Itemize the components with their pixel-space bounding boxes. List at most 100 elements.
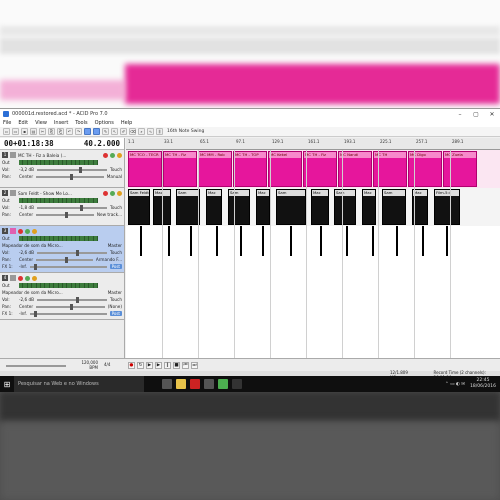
touch-mode[interactable]: Touch xyxy=(110,250,122,255)
event-marker[interactable] xyxy=(140,226,142,256)
windows-start-icon[interactable]: ⊞ xyxy=(0,376,14,392)
volume-slider[interactable] xyxy=(37,166,107,173)
pan-slider[interactable] xyxy=(36,256,93,263)
wifi-icon[interactable] xyxy=(232,379,242,389)
pan-slider[interactable] xyxy=(36,303,105,310)
event-marker[interactable] xyxy=(446,226,448,256)
lane-track-3[interactable] xyxy=(126,226,500,294)
track-name[interactable]: Sam Feldt - Show Me Lo... xyxy=(18,191,101,196)
audio-clip[interactable]: MC TCO - TECR xyxy=(128,151,162,187)
record-arm-icon[interactable] xyxy=(18,228,23,234)
track-header-1[interactable]: 1 MC TH - Fiz a Baleia (... Out Vol: -3,… xyxy=(0,150,124,188)
lane-track-2[interactable]: Sam Feldt Mac Sam Mac Sam Mac Sam Mac Sa… xyxy=(126,188,500,226)
menu-edit[interactable]: Edit xyxy=(18,120,28,126)
audio-clip[interactable]: MC Kekel xyxy=(268,151,302,187)
pan-slider[interactable] xyxy=(36,173,104,180)
touch-mode[interactable]: Touch xyxy=(110,167,122,172)
maximize-button[interactable]: ▢ xyxy=(468,111,484,118)
paste-icon[interactable]: ⎗ xyxy=(57,128,64,135)
automation-mode[interactable]: Manual xyxy=(107,174,122,179)
play-from-start-button[interactable]: ▶ xyxy=(146,362,153,369)
fx-slider[interactable] xyxy=(29,263,107,270)
timeline-ruler[interactable]: 1.1 33.1 65.1 97.1 129.1 161.1 193.1 225… xyxy=(126,138,500,150)
touch-mode[interactable]: Touch xyxy=(110,205,122,210)
record-arm-icon[interactable] xyxy=(103,152,108,158)
event-marker[interactable] xyxy=(168,226,170,256)
event-marker[interactable] xyxy=(216,226,218,256)
master-routing[interactable]: Master xyxy=(108,243,122,248)
go-to-start-button[interactable]: ⏮ xyxy=(182,362,189,369)
tempo-display[interactable]: 120,000 BPM xyxy=(78,360,98,370)
event-marker[interactable] xyxy=(262,226,264,256)
solo-icon[interactable] xyxy=(32,275,37,281)
automation-mode[interactable]: Armando F... xyxy=(96,257,122,262)
track-header-3[interactable]: 3 Out Mapeador de som da Micro... Master… xyxy=(0,226,124,273)
event-marker[interactable] xyxy=(372,226,374,256)
event-marker[interactable] xyxy=(190,226,192,256)
event-marker[interactable] xyxy=(240,226,242,256)
record-arm-icon[interactable] xyxy=(103,190,108,196)
erase-tool-icon[interactable]: ⌫ xyxy=(129,128,136,135)
track-name[interactable]: Mapeador de som da Micro... xyxy=(2,243,105,248)
audio-clip[interactable]: MC TH - Fiz xyxy=(303,151,337,187)
time-signature[interactable]: 4/4 xyxy=(104,362,110,367)
new-icon[interactable]: ▫ xyxy=(3,128,10,135)
menu-help[interactable]: Help xyxy=(121,120,132,126)
task-view-icon[interactable] xyxy=(162,379,172,389)
event-marker[interactable] xyxy=(320,226,322,256)
volume-slider[interactable] xyxy=(37,249,107,256)
automation-mode[interactable]: New track... xyxy=(97,212,122,217)
go-to-end-button[interactable]: ⏭ xyxy=(191,362,198,369)
solo-icon[interactable] xyxy=(117,152,122,158)
event-marker[interactable] xyxy=(290,226,292,256)
record-button[interactable]: ● xyxy=(128,362,135,369)
pause-button[interactable]: ‖ xyxy=(164,362,171,369)
lane-track-4[interactable] xyxy=(126,294,500,358)
volume-slider[interactable] xyxy=(37,204,107,211)
audio-clip[interactable]: MC MM - Rob xyxy=(198,151,232,187)
menu-insert[interactable]: Insert xyxy=(54,120,68,126)
timeline[interactable]: 1.1 33.1 65.1 97.1 129.1 161.1 193.1 225… xyxy=(126,138,500,358)
zoom-tool-icon[interactable]: ⌕ xyxy=(138,128,145,135)
audio-clip[interactable]: Sam xyxy=(334,189,356,225)
mute-icon[interactable] xyxy=(110,190,115,196)
master-volume-slider[interactable] xyxy=(6,365,66,367)
master-routing[interactable]: Master xyxy=(108,290,122,295)
close-button[interactable]: ✕ xyxy=(484,111,500,118)
app-red-icon[interactable] xyxy=(190,379,200,389)
render-icon[interactable]: ▤ xyxy=(30,128,37,135)
touch-mode[interactable]: Touch xyxy=(110,297,122,302)
fx-post-button[interactable]: Post xyxy=(109,264,122,269)
audio-clip[interactable]: MC Zuela xyxy=(443,151,477,187)
volume-slider[interactable] xyxy=(37,296,107,303)
lane-track-1[interactable]: MC TCO - TECR MC TH - Fiz MC MM - Rob MC… xyxy=(126,150,500,188)
app-green-icon[interactable] xyxy=(218,379,228,389)
cut-icon[interactable]: ✂ xyxy=(39,128,46,135)
audio-clip[interactable]: MC TH - TOP xyxy=(233,151,267,187)
pan-slider[interactable] xyxy=(36,211,94,218)
menu-file[interactable]: File xyxy=(3,120,11,126)
menu-view[interactable]: View xyxy=(35,120,47,126)
audio-clip[interactable]: Sam xyxy=(382,189,406,225)
app-grey-icon[interactable] xyxy=(204,379,214,389)
split-tool-icon[interactable]: ⫼ xyxy=(156,128,163,135)
solo-icon[interactable] xyxy=(117,190,122,196)
grid-icon[interactable] xyxy=(84,128,91,135)
file-explorer-icon[interactable] xyxy=(176,379,186,389)
audio-clip[interactable]: Mac xyxy=(362,189,376,225)
audio-clip[interactable]: Sam xyxy=(176,189,200,225)
track-name[interactable]: MC TH - Fiz a Baleia (... xyxy=(18,153,101,158)
open-icon[interactable]: ▭ xyxy=(12,128,19,135)
fx-slider[interactable] xyxy=(29,310,107,317)
track-header-4[interactable]: 4 Out Mapeador de som da Micro... Master… xyxy=(0,273,124,320)
audio-clip[interactable]: Film-5:4 xyxy=(434,189,460,225)
event-marker[interactable] xyxy=(346,226,348,256)
loop-button[interactable]: ↻ xyxy=(137,362,144,369)
taskbar-search-input[interactable]: Pesquisar na Web e no Windows xyxy=(14,376,144,392)
audio-clip[interactable]: Sam xyxy=(276,189,306,225)
audio-clip[interactable]: Mac xyxy=(311,189,329,225)
audio-clip[interactable]: MC Nandi xyxy=(338,151,372,187)
event-marker[interactable] xyxy=(422,226,424,256)
event-marker[interactable] xyxy=(396,226,398,256)
envelope-tool-icon[interactable]: ∿ xyxy=(147,128,154,135)
